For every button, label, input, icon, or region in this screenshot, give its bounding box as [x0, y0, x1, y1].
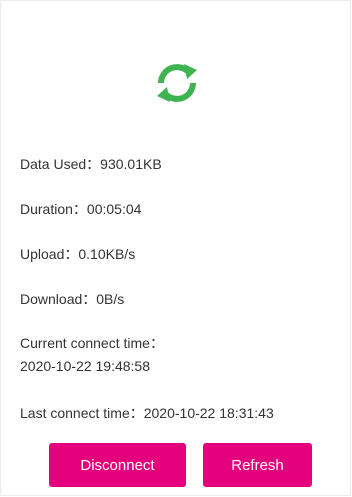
- duration-label: Duration: [20, 201, 73, 217]
- disconnect-button[interactable]: Disconnect: [49, 443, 186, 487]
- last-connect-time-label: Last connect time: [20, 405, 130, 421]
- download-label: Download: [20, 291, 83, 307]
- refresh-button[interactable]: Refresh: [203, 443, 312, 487]
- duration-row: Duration：00:05:04: [20, 200, 141, 218]
- data-used-label: Data Used: [20, 156, 87, 172]
- upload-value: 0.10KB/s: [78, 246, 136, 262]
- current-connect-time-label: Current connect time: [20, 335, 150, 351]
- separator: ：: [64, 246, 79, 262]
- data-used-row: Data Used：930.01KB: [20, 155, 162, 173]
- last-connect-time-row: Last connect time：2020-10-22 18:31:43: [20, 404, 274, 422]
- current-connect-time-value: 2020-10-22 19:48:58: [20, 358, 150, 374]
- upload-row: Upload：0.10KB/s: [20, 245, 135, 263]
- last-connect-time-value: 2020-10-22 18:31:43: [143, 405, 274, 421]
- upload-label: Upload: [20, 246, 65, 262]
- separator: ：: [129, 405, 144, 421]
- separator: ：: [149, 335, 164, 351]
- separator: ：: [86, 156, 101, 172]
- current-connect-time-value-row: 2020-10-22 19:48:58: [20, 357, 150, 375]
- download-row: Download：0B/s: [20, 290, 124, 308]
- duration-value: 00:05:04: [86, 201, 142, 217]
- download-value: 0B/s: [96, 291, 125, 307]
- connection-status-card: Data Used：930.01KB Duration：00:05:04 Upl…: [0, 0, 351, 496]
- current-connect-time-row: Current connect time：: [20, 334, 164, 352]
- separator: ：: [72, 201, 87, 217]
- data-used-value: 930.01KB: [100, 156, 162, 172]
- separator: ：: [82, 291, 97, 307]
- refresh-icon: [153, 61, 201, 105]
